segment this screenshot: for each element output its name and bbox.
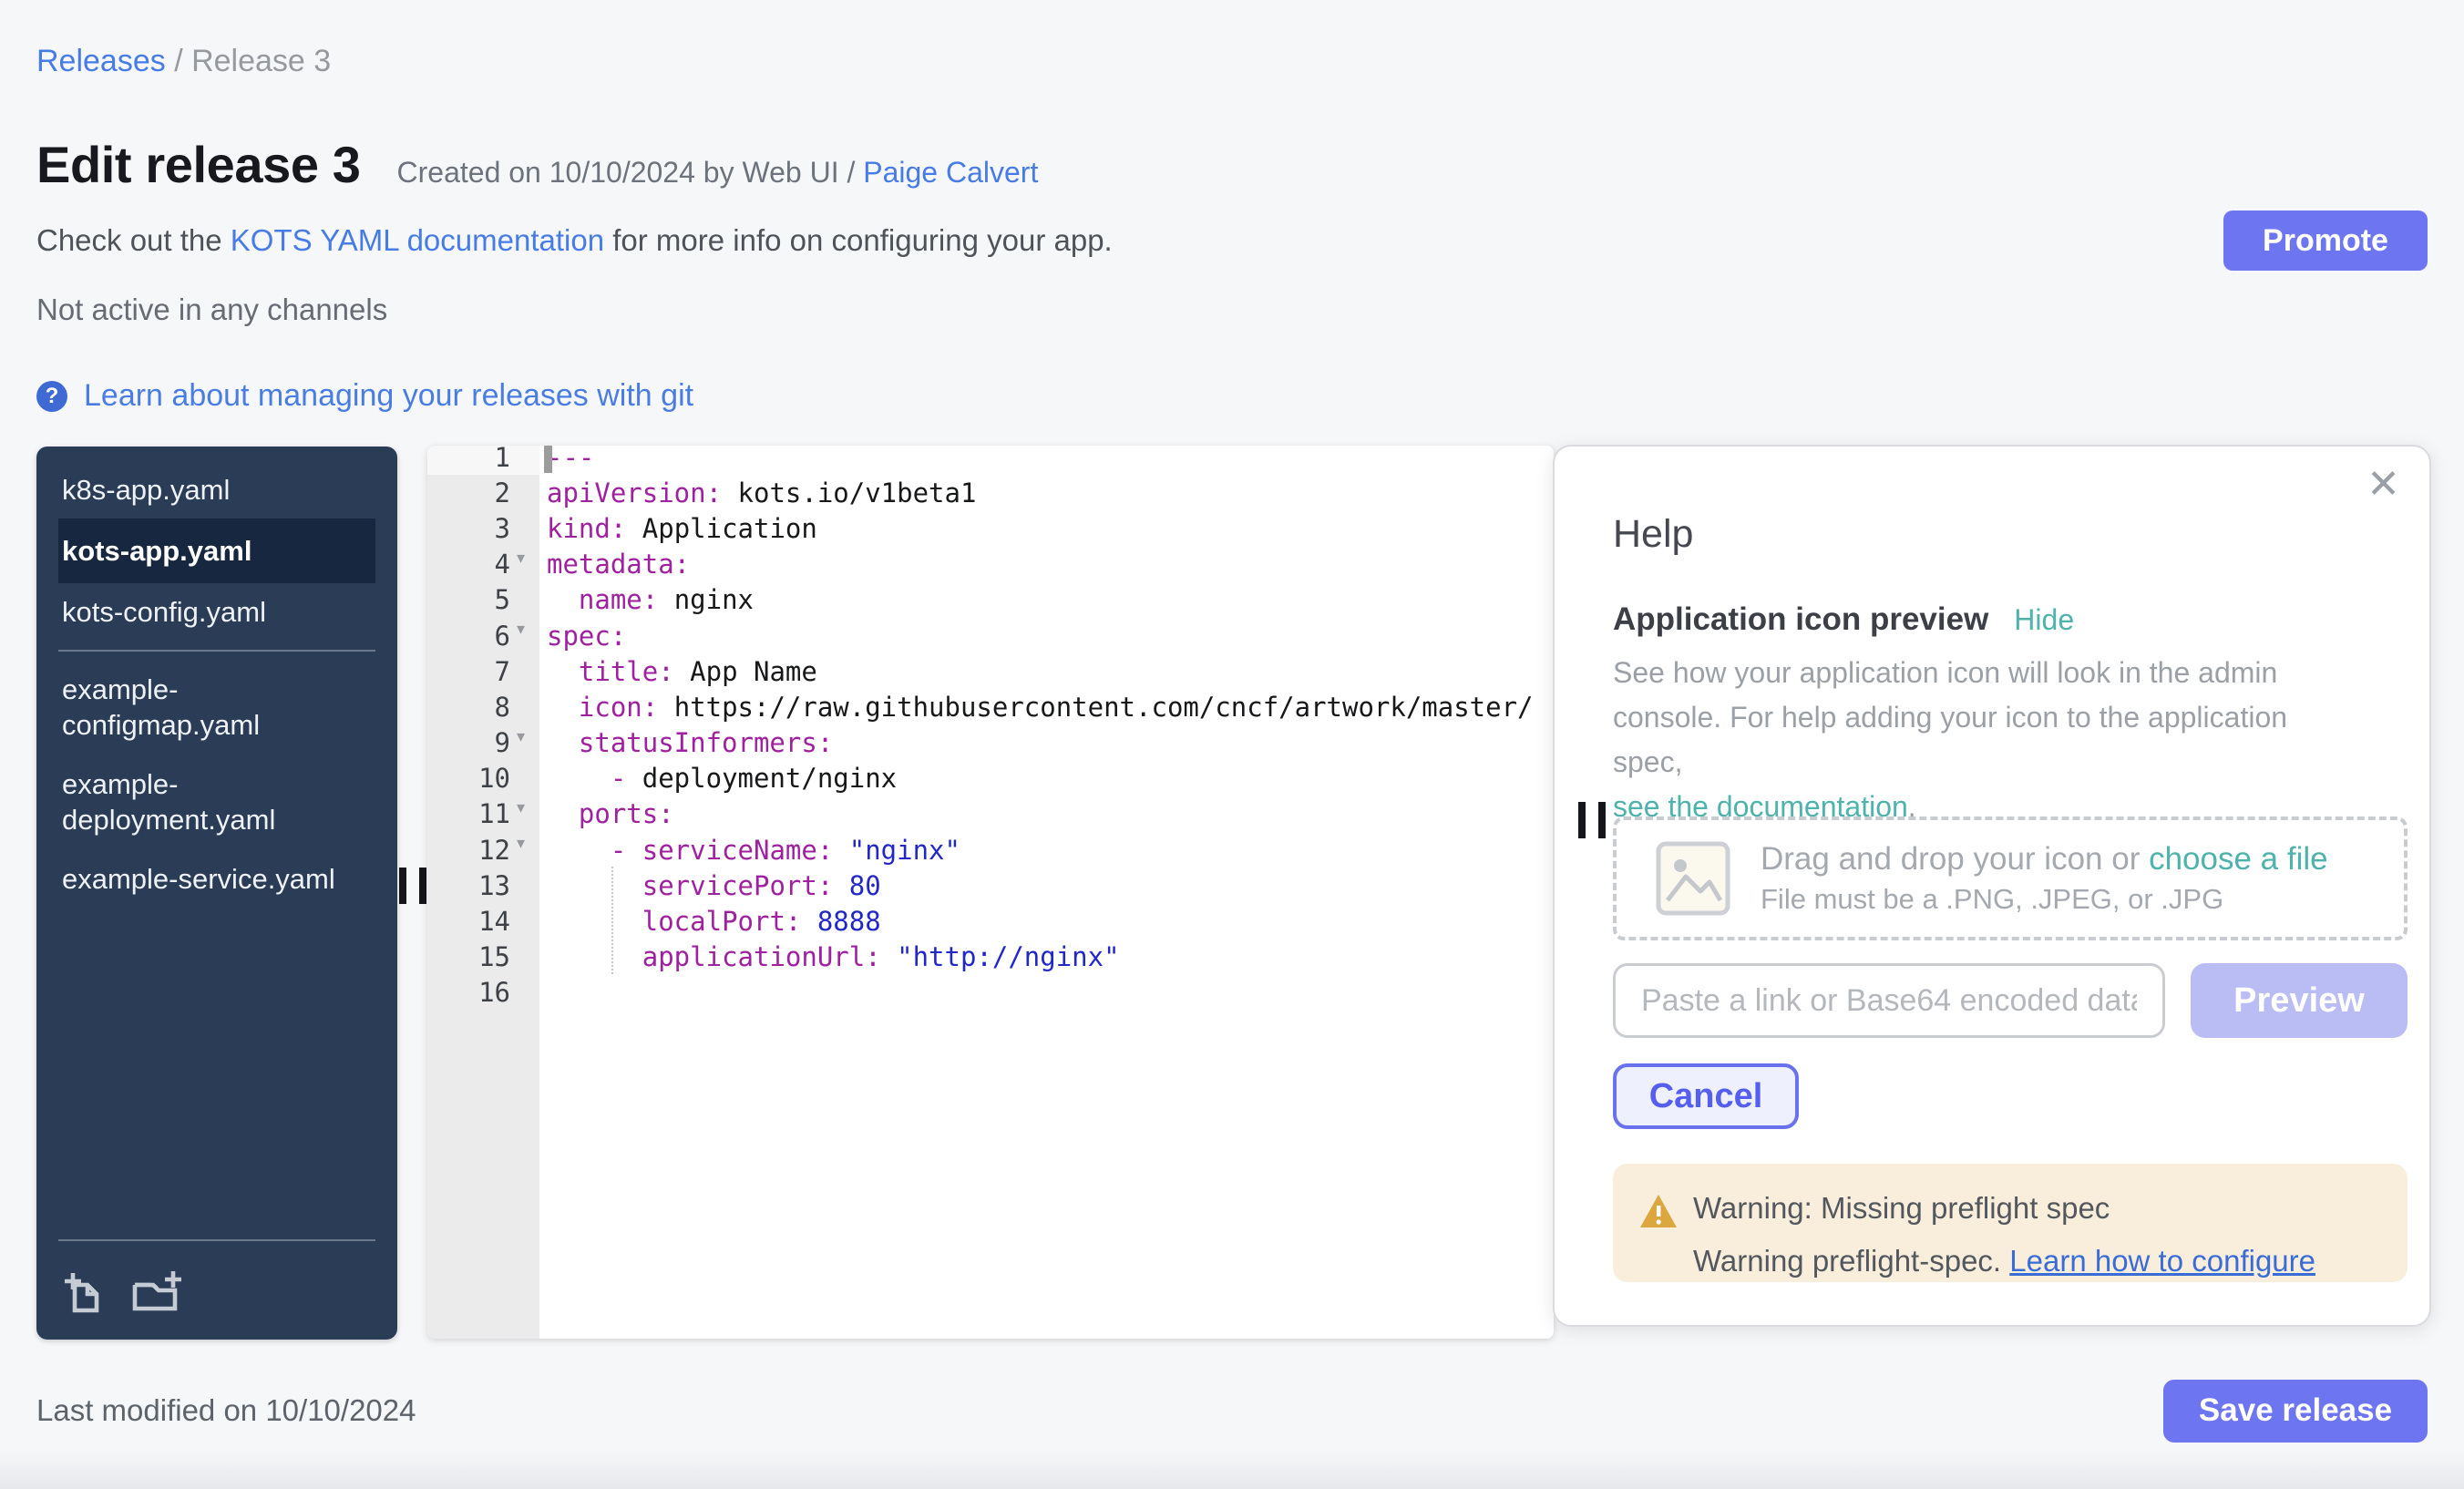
image-placeholder-icon: [1655, 840, 1731, 917]
git-releases-link[interactable]: Learn about managing your releases with …: [84, 378, 693, 414]
dropzone-line2: File must be a .PNG, .JPEG, or .JPG: [1761, 883, 2328, 916]
kots-yaml-doc-link[interactable]: KOTS YAML documentation: [231, 223, 604, 257]
doc-text-before: Check out the: [36, 223, 231, 257]
fold-arrow-icon[interactable]: ▾: [517, 798, 525, 817]
line-number: 3: [427, 513, 539, 544]
code-line-2: 2apiVersion: kots.io/v1beta1: [427, 475, 1554, 510]
help-panel: ✕ Help Application icon preview Hide See…: [1553, 445, 2431, 1327]
line-number: 10: [427, 763, 539, 794]
line-number: 5: [427, 584, 539, 615]
code-line-16: 16: [427, 975, 1554, 1011]
file-item-example-service.yaml[interactable]: example-service.yaml: [58, 854, 375, 904]
git-banner: ? Learn about managing your releases wit…: [36, 378, 2428, 414]
line-number: 14: [427, 906, 539, 937]
created-by-link[interactable]: Paige Calvert: [863, 156, 1038, 189]
breadcrumb: Releases / Release 3: [36, 44, 2428, 79]
learn-configure-link[interactable]: Learn how to configure: [2009, 1244, 2315, 1278]
editor-cursor: [544, 446, 552, 473]
line-number: 16: [427, 977, 539, 1008]
file-item-kots-app.yaml[interactable]: kots-app.yaml: [58, 519, 375, 583]
doc-text-after: for more info on configuring your app.: [604, 223, 1113, 257]
fold-arrow-icon[interactable]: ▾: [517, 620, 525, 639]
code-line-9: 9▾ statusInformers:: [427, 725, 1554, 761]
icon-preview-title: Application icon preview: [1613, 601, 1988, 638]
title-row: Edit release 3 Created on 10/10/2024 by …: [36, 134, 2428, 196]
code-line-8: 8 icon: https://raw.githubusercontent.co…: [427, 689, 1554, 724]
code-line-6: 6▾spec:: [427, 618, 1554, 653]
code-line-7: 7 title: App Name: [427, 653, 1554, 689]
dropzone-text: Drag and drop your icon or choose a file…: [1761, 841, 2328, 916]
file-item-kots-config.yaml[interactable]: kots-config.yaml: [58, 587, 375, 637]
created-text: Created on 10/10/2024 by Web UI /: [397, 156, 864, 189]
footer: Last modified on 10/10/2024 Save release: [36, 1374, 2428, 1447]
fold-arrow-icon[interactable]: ▾: [517, 834, 525, 853]
warning-detail-text: Warning preflight-spec.: [1693, 1244, 2009, 1278]
line-number: 15: [427, 941, 539, 972]
indent-guide: [611, 867, 613, 974]
choose-file-link[interactable]: choose a file: [2149, 841, 2328, 877]
icon-dropzone[interactable]: Drag and drop your icon or choose a file…: [1613, 816, 2408, 940]
code-line-5: 5 name: nginx: [427, 582, 1554, 618]
file-tree-sidebar: k8s-app.yamlkots-app.yamlkots-config.yam…: [36, 447, 397, 1340]
save-release-button[interactable]: Save release: [2163, 1380, 2428, 1443]
fold-arrow-icon[interactable]: ▾: [517, 727, 525, 746]
file-list-top: k8s-app.yamlkots-app.yamlkots-config.yam…: [58, 465, 375, 637]
new-file-icon[interactable]: [62, 1270, 102, 1314]
help-title: Help: [1613, 512, 1693, 557]
release-editor-area: k8s-app.yamlkots-app.yamlkots-config.yam…: [36, 441, 2428, 1341]
close-icon[interactable]: ✕: [2366, 465, 2400, 505]
code-line-15: 15 applicationUrl: "http://nginx": [427, 940, 1554, 975]
file-list-bottom: example-configmap.yaml example-deployment…: [58, 664, 375, 904]
question-icon: ?: [36, 381, 67, 412]
code-line-3: 3kind: Application: [427, 510, 1554, 546]
cancel-button[interactable]: Cancel: [1613, 1063, 1799, 1129]
code-line-4: 4▾metadata:: [427, 547, 1554, 582]
file-item-example-configmap.yaml[interactable]: example-configmap.yaml: [58, 664, 375, 750]
line-number: 8: [427, 692, 539, 723]
desc-line2: console. For help adding your icon to th…: [1613, 701, 2287, 778]
sidebar-footer-divider: [58, 1239, 375, 1241]
code-line-14: 14 localPort: 8888: [427, 903, 1554, 939]
line-number: 7: [427, 656, 539, 687]
desc-line1: See how your application icon will look …: [1613, 656, 2277, 689]
icon-url-input[interactable]: [1613, 963, 2165, 1038]
file-item-example-deployment.yaml[interactable]: example-deployment.yaml: [58, 759, 375, 845]
line-number: 13: [427, 870, 539, 901]
promote-button[interactable]: Promote: [2223, 211, 2428, 271]
new-folder-icon[interactable]: [131, 1270, 182, 1312]
icon-preview-description: See how your application icon will look …: [1613, 651, 2360, 829]
line-number: 2: [427, 478, 539, 508]
bottom-fade: [0, 1449, 2464, 1489]
yaml-editor[interactable]: 1---2apiVersion: kots.io/v1beta13kind: A…: [427, 446, 1554, 1339]
sidebar-footer: [58, 1227, 375, 1340]
page: Releases / Release 3 Edit release 3 Crea…: [0, 0, 2464, 1489]
code-lines: 1---2apiVersion: kots.io/v1beta13kind: A…: [427, 446, 1554, 1011]
code-line-1: 1---: [427, 446, 1554, 475]
warning-detail: Warning preflight-spec. Learn how to con…: [1693, 1244, 2315, 1278]
file-list-divider: [58, 650, 375, 652]
line-number: 1: [427, 446, 539, 473]
file-item-k8s-app.yaml[interactable]: k8s-app.yaml: [58, 465, 375, 515]
sidebar-resize-handle[interactable]: [399, 868, 426, 904]
last-modified-text: Last modified on 10/10/2024: [36, 1393, 416, 1428]
fold-arrow-icon[interactable]: ▾: [517, 549, 525, 568]
dropzone-line1: Drag and drop your icon or: [1761, 841, 2149, 877]
hide-link[interactable]: Hide: [2014, 603, 2074, 637]
doc-row: Check out the KOTS YAML documentation fo…: [36, 211, 2428, 271]
page-title: Edit release 3: [36, 134, 361, 196]
help-panel-resize-handle[interactable]: [1578, 802, 1606, 838]
preview-button[interactable]: Preview: [2191, 963, 2408, 1038]
preflight-warning-box: Warning: Missing preflight spec Warning …: [1613, 1164, 2408, 1282]
warning-icon: [1638, 1193, 1679, 1229]
doc-text: Check out the KOTS YAML documentation fo…: [36, 223, 1113, 258]
code-line-10: 10 - deployment/nginx: [427, 761, 1554, 796]
warning-title: Warning: Missing preflight spec: [1693, 1191, 2110, 1226]
code-line-13: 13 servicePort: 80: [427, 868, 1554, 903]
breadcrumb-releases-link[interactable]: Releases: [36, 44, 166, 78]
code-line-12: 12▾ - serviceName: "nginx": [427, 832, 1554, 868]
code-line-11: 11▾ ports:: [427, 796, 1554, 832]
channel-status: Not active in any channels: [36, 293, 2428, 327]
breadcrumb-current: / Release 3: [166, 44, 331, 78]
created-info: Created on 10/10/2024 by Web UI / Paige …: [397, 156, 1039, 190]
